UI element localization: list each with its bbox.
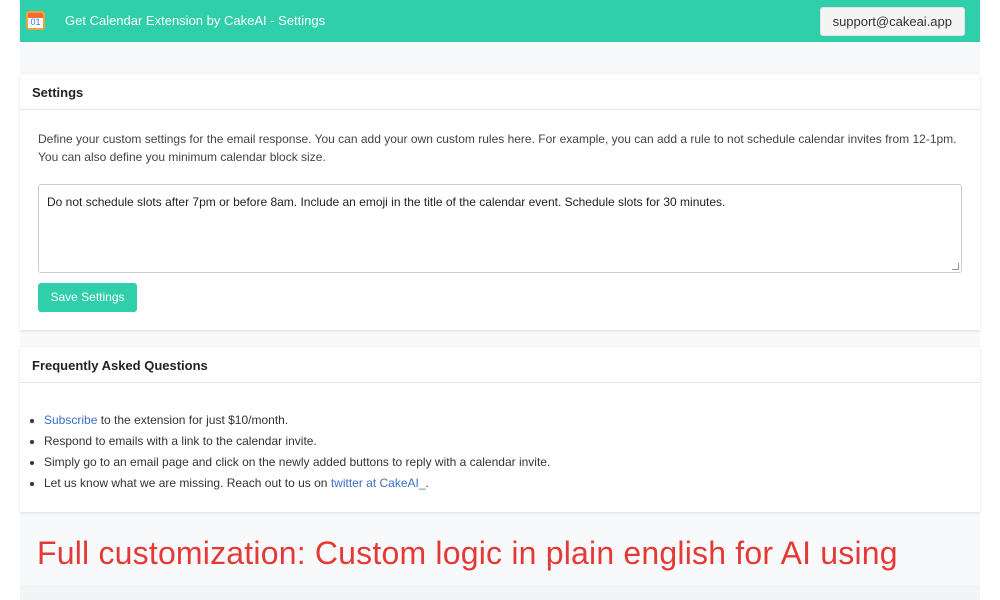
- faq-list: Subscribe to the extension for just $10/…: [20, 383, 980, 494]
- faq-item-subscribe: Subscribe to the extension for just $10/…: [44, 410, 980, 431]
- settings-body: Define your custom settings for the emai…: [20, 130, 980, 312]
- faq-item-subscribe-text: to the extension for just $10/month.: [97, 413, 289, 427]
- support-email-button[interactable]: support@cakeai.app: [819, 7, 965, 36]
- faq-item-contact-end: .: [425, 476, 429, 490]
- calendar-icon-band: [28, 13, 43, 18]
- top-bar: 01 Get Calendar Extension by CakeAI - Se…: [20, 0, 980, 42]
- custom-rules-textarea[interactable]: Do not schedule slots after 7pm or befor…: [38, 184, 962, 273]
- custom-rules-value: Do not schedule slots after 7pm or befor…: [47, 195, 726, 209]
- resize-handle-icon[interactable]: [952, 263, 959, 270]
- faq-item-contact: Let us know what we are missing. Reach o…: [44, 473, 980, 494]
- settings-heading: Settings: [20, 74, 980, 110]
- subscribe-link[interactable]: Subscribe: [44, 413, 97, 427]
- save-settings-button[interactable]: Save Settings: [38, 283, 137, 312]
- settings-description: Define your custom settings for the emai…: [38, 132, 957, 164]
- calendar-icon: 01: [26, 11, 45, 30]
- app-frame: 01 Get Calendar Extension by CakeAI - Se…: [20, 0, 980, 600]
- faq-card: Frequently Asked Questions Subscribe to …: [20, 347, 980, 512]
- bottom-strip: [20, 585, 980, 600]
- page-title: Get Calendar Extension by CakeAI - Setti…: [65, 13, 326, 28]
- faq-item-buttons: Simply go to an email page and click on …: [44, 452, 980, 473]
- calendar-icon-number: 01: [30, 17, 41, 27]
- faq-item-respond: Respond to emails with a link to the cal…: [44, 431, 980, 452]
- settings-card: Settings Define your custom settings for…: [20, 74, 980, 330]
- faq-heading: Frequently Asked Questions: [20, 347, 980, 383]
- faq-item-contact-text: Let us know what we are missing. Reach o…: [44, 476, 331, 490]
- twitter-link[interactable]: twitter at CakeAI_: [331, 476, 426, 490]
- promo-caption: Full customization: Custom logic in plai…: [37, 535, 898, 571]
